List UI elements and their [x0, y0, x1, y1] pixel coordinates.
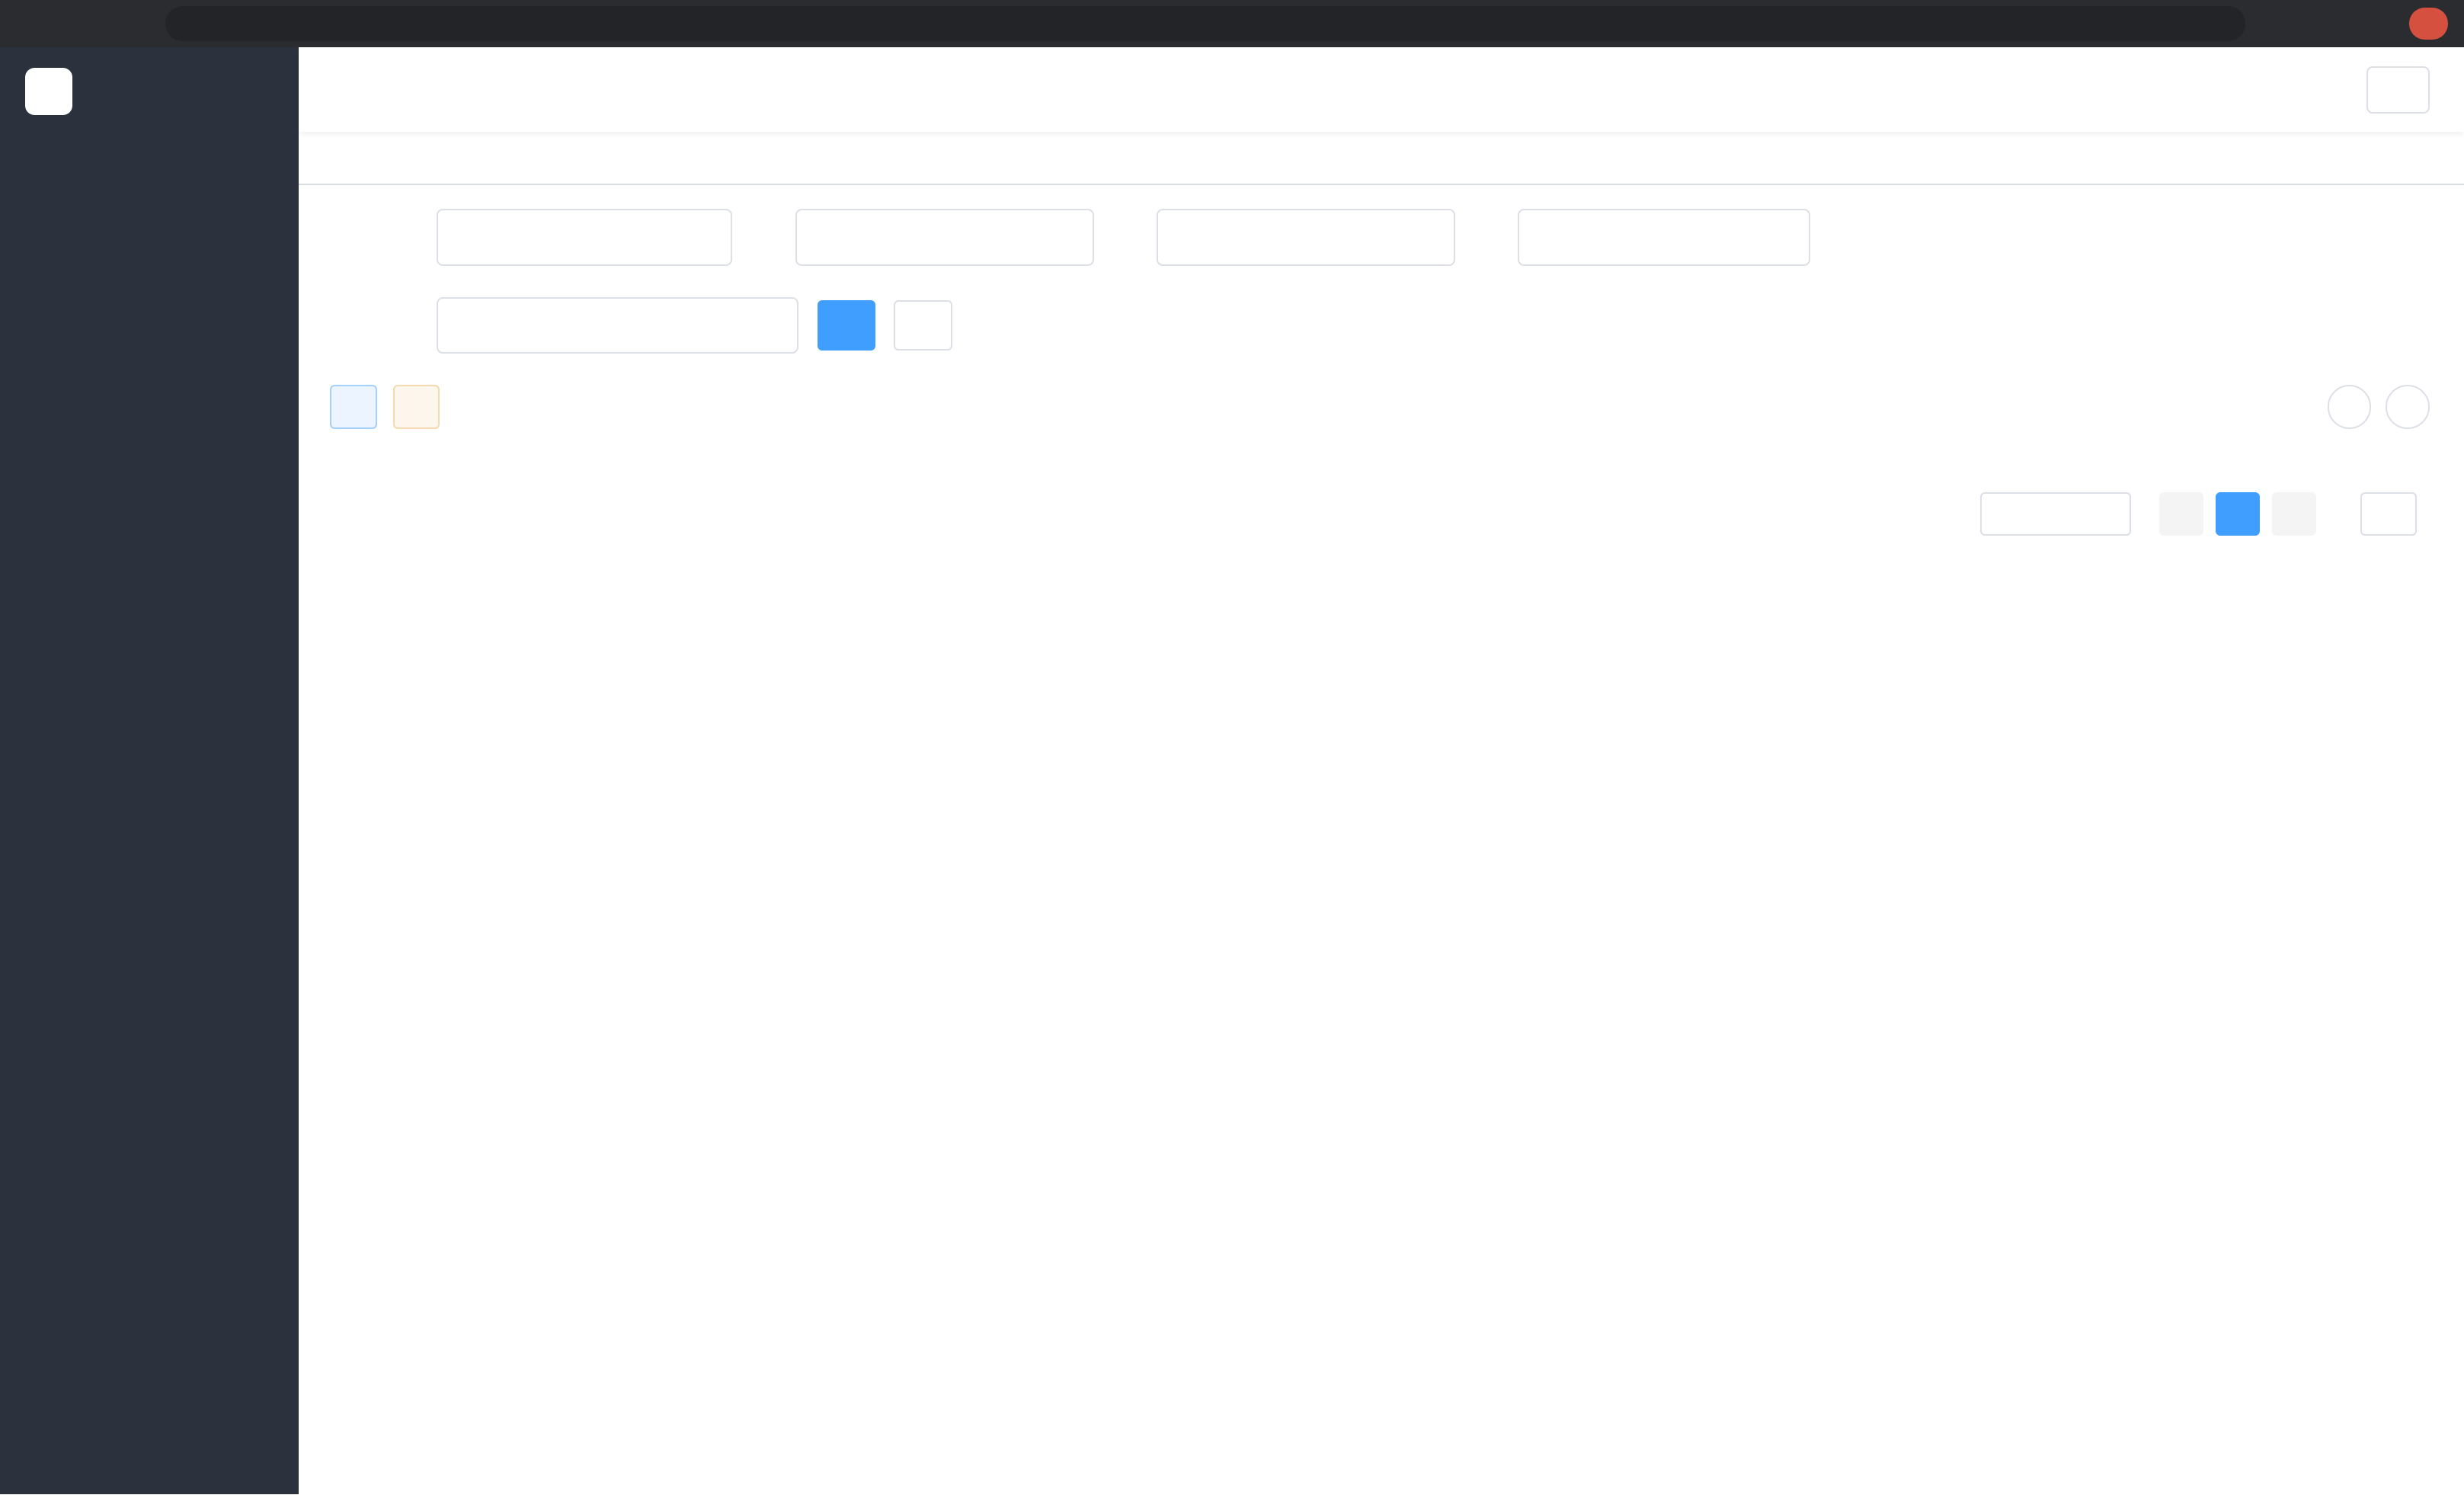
top-navbar	[299, 47, 2464, 132]
main-area	[299, 47, 2464, 1495]
sidebar	[0, 47, 299, 1495]
table-toolbar	[330, 385, 2430, 429]
tenant-name-input[interactable]	[437, 209, 732, 265]
share-icon[interactable]	[2267, 9, 2296, 37]
browser-toolbar-right	[2267, 8, 2448, 39]
page-content	[299, 185, 2464, 1494]
refresh-table-button[interactable]	[2386, 385, 2430, 429]
app-logo	[25, 68, 72, 115]
contact-input[interactable]	[795, 209, 1094, 265]
pagination	[330, 492, 2430, 536]
tenant-status-select[interactable]	[1518, 209, 1810, 265]
browser-home-icon[interactable]	[114, 9, 142, 37]
phone-input[interactable]	[1157, 209, 1455, 265]
browser-reload-icon[interactable]	[65, 9, 93, 37]
browser-update-button[interactable]	[2409, 8, 2449, 39]
search-button[interactable]	[818, 300, 875, 351]
screen	[0, 0, 2464, 1494]
search-form	[330, 209, 2430, 354]
avatar[interactable]	[2366, 66, 2430, 114]
browser-back-icon[interactable]	[16, 9, 44, 37]
navbar-tools	[2213, 66, 2464, 114]
app	[0, 47, 2464, 1495]
toggle-search-button[interactable]	[2328, 385, 2372, 429]
create-time-range-picker[interactable]	[437, 297, 798, 354]
next-page-button[interactable]	[2272, 492, 2316, 536]
address-bar[interactable]	[165, 6, 2246, 40]
browser-toolbar	[0, 0, 2464, 47]
tags-view	[299, 132, 2464, 185]
bookmark-star-icon[interactable]	[2316, 9, 2344, 37]
goto-page-input[interactable]	[2360, 492, 2417, 536]
page-number-button[interactable]	[2216, 492, 2260, 536]
sidebar-menu	[0, 135, 299, 1494]
export-button[interactable]	[393, 385, 440, 429]
add-button[interactable]	[330, 385, 377, 429]
prev-page-button[interactable]	[2159, 492, 2203, 536]
table-toolbar-right	[2328, 385, 2430, 429]
reset-button[interactable]	[894, 300, 952, 351]
page-size-select[interactable]	[1980, 492, 2131, 536]
app-logo-row[interactable]	[0, 47, 299, 136]
